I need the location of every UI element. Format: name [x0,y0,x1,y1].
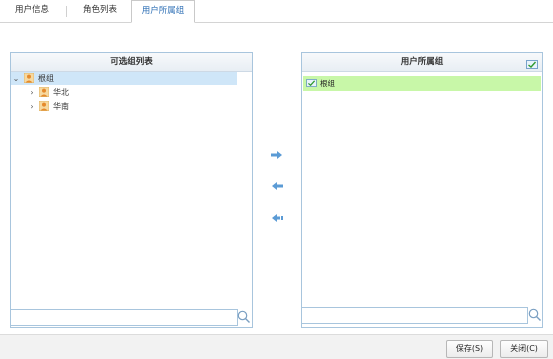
user-group-icon [24,73,34,83]
tab-user-groups-label: 用户所属组 [141,6,185,16]
assigned-group-label: 根组 [320,79,335,88]
move-all-left-arrow-icon[interactable] [271,214,283,222]
available-groups-search-input[interactable] [10,309,238,326]
save-button[interactable]: 保存(S) [446,340,493,358]
tree-node-huabei[interactable]: › 华北 [11,86,237,99]
search-icon[interactable] [527,307,543,323]
tab-user-groups[interactable]: 用户所属组 [131,0,195,23]
close-button[interactable]: 关闭(C) [500,340,548,358]
tab-user-info[interactable]: 用户信息 [8,0,56,21]
tab-divider [66,6,67,17]
move-left-arrow-icon[interactable] [271,182,283,190]
checkbox-checked-icon[interactable] [306,79,317,87]
tree-node-root[interactable]: ⌄ 根组 [11,72,237,85]
user-groups-search-input[interactable] [301,307,528,324]
user-groups-panel: 用户所属组 根组 [301,52,543,328]
tab-bar: 用户信息 角色列表 用户所属组 [0,0,553,23]
user-groups-title: 用户所属组 [302,53,542,72]
move-right-arrow-icon[interactable] [271,151,283,159]
available-groups-panel: 可选组列表 ⌄ 根组 › 华北 › 华南 [10,52,253,328]
tree-node-huanan[interactable]: › 华南 [11,100,237,113]
dialog-footer: 保存(S) 关闭(C) [0,334,553,359]
user-group-icon [39,87,49,97]
chevron-down-icon[interactable]: ⌄ [12,72,20,85]
tab-role-list-label: 角色列表 [82,5,117,15]
tree-node-label: 根组 [38,74,54,83]
available-groups-title: 可选组列表 [11,53,252,72]
checkbox-select-all-icon[interactable] [526,60,538,69]
assigned-group-row[interactable]: 根组 [303,76,541,91]
tree-node-label: 华南 [53,102,69,111]
tab-role-list[interactable]: 角色列表 [76,0,124,21]
chevron-right-icon[interactable]: › [28,100,36,113]
tab-user-info-label: 用户信息 [14,5,49,15]
chevron-right-icon[interactable]: › [28,86,36,99]
user-group-icon [39,101,49,111]
tree-node-label: 华北 [53,88,69,97]
search-icon[interactable] [236,309,252,325]
